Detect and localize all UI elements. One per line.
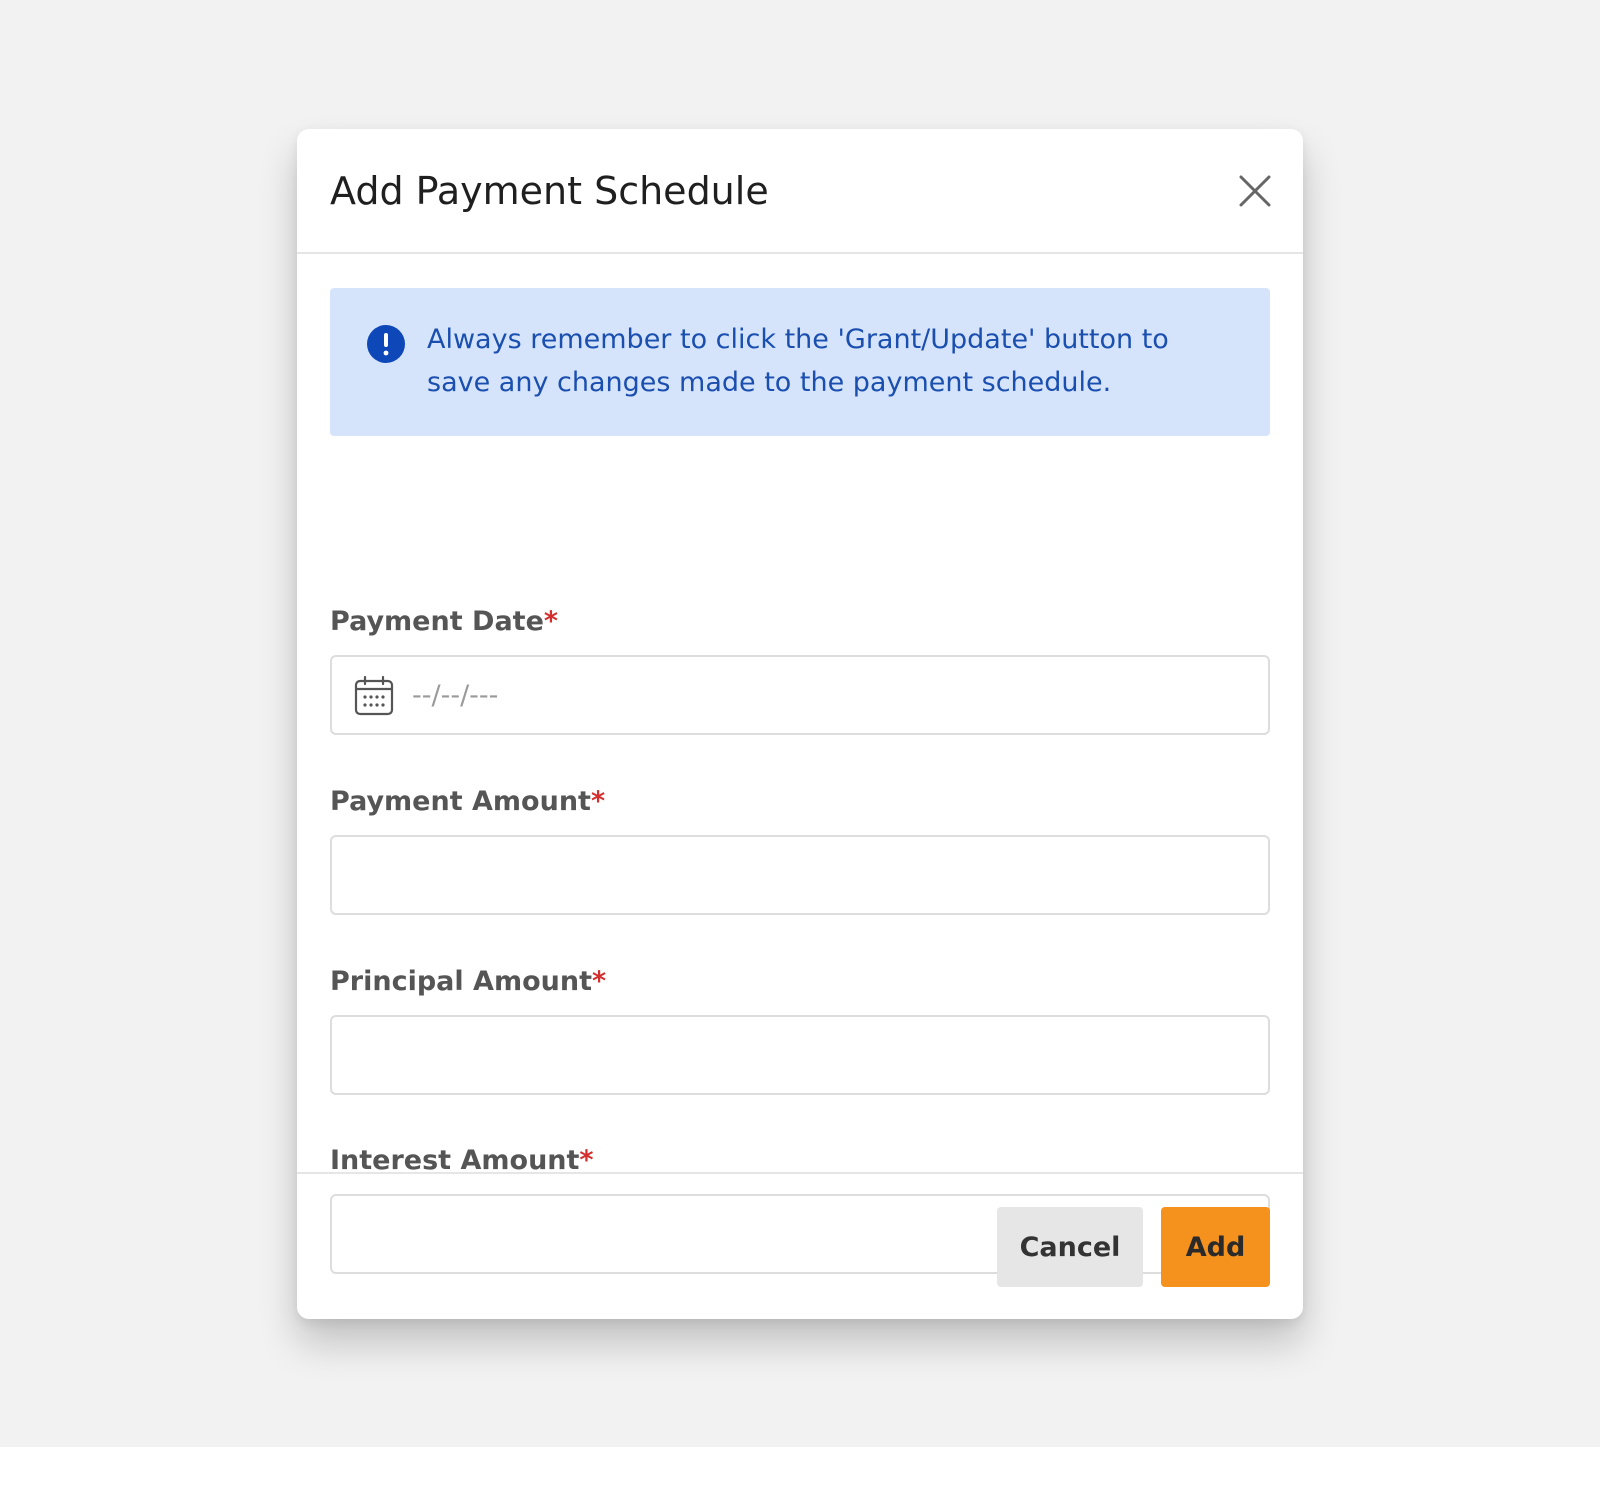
principal-amount-input[interactable] xyxy=(330,1015,1270,1095)
add-payment-schedule-dialog: Add Payment Schedule Always remember to … xyxy=(297,129,1303,1319)
payment-date-label: Payment Date* xyxy=(330,606,559,637)
payment-date-input[interactable] xyxy=(330,655,1270,735)
required-marker: * xyxy=(543,606,559,637)
add-button[interactable]: Add xyxy=(1161,1207,1270,1287)
dialog-body: Always remember to click the 'Grant/Upda… xyxy=(330,288,1270,1274)
dialog-header: Add Payment Schedule xyxy=(297,129,1303,254)
calendar-icon[interactable] xyxy=(353,675,395,717)
close-icon xyxy=(1239,175,1271,207)
payment-amount-input[interactable] xyxy=(330,835,1270,915)
dialog-footer: Cancel Add xyxy=(297,1172,1303,1319)
close-button[interactable] xyxy=(1233,169,1277,213)
required-marker: * xyxy=(590,786,606,817)
payment-amount-label: Payment Amount* xyxy=(330,786,606,817)
info-alert: Always remember to click the 'Grant/Upda… xyxy=(330,288,1270,436)
alert-message: Always remember to click the 'Grant/Upda… xyxy=(427,324,1169,398)
dialog-title: Add Payment Schedule xyxy=(330,169,769,213)
cancel-button[interactable]: Cancel xyxy=(997,1207,1143,1287)
required-marker: * xyxy=(591,966,607,997)
principal-amount-label: Principal Amount* xyxy=(330,966,607,997)
info-exclamation-icon xyxy=(367,325,405,363)
